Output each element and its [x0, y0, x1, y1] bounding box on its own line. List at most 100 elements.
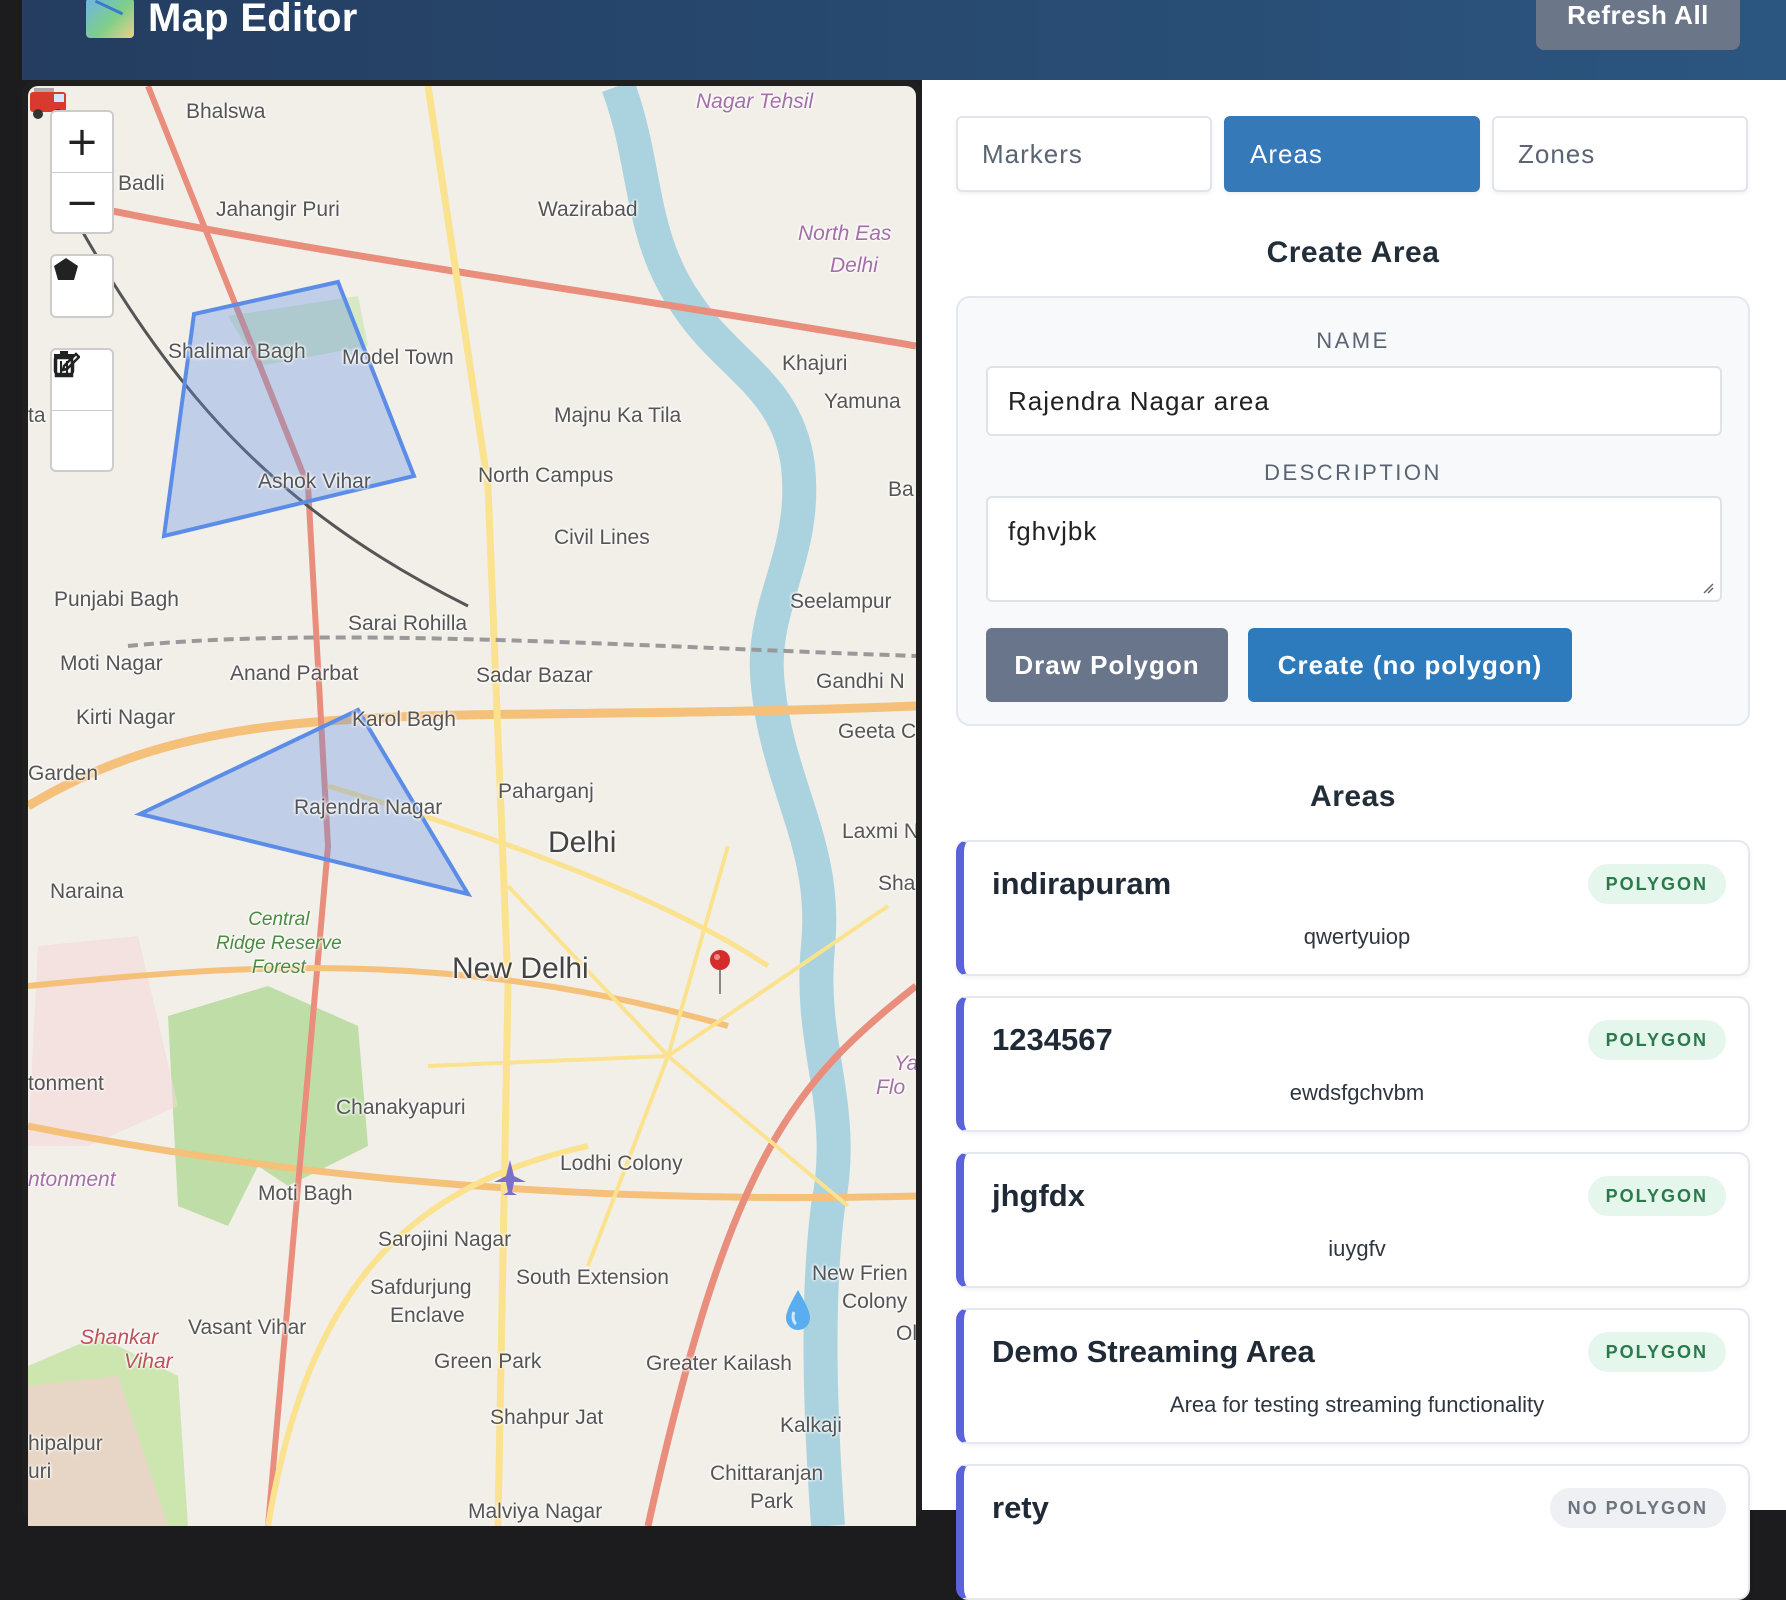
place-label: Bhalswa: [186, 100, 266, 123]
tab-label: Zones: [1518, 138, 1596, 169]
resize-grip-icon[interactable]: [1702, 582, 1714, 594]
area-name: rety: [992, 1490, 1049, 1525]
polygon-badge: POLYGON: [1587, 864, 1726, 904]
tab-label: Areas: [1250, 138, 1323, 169]
side-panel: Markers Areas Zones Create Area NAME DES…: [922, 80, 1786, 1600]
place-label: Paharganj: [498, 780, 594, 803]
create-area-label: Create (no polygon): [1277, 649, 1543, 680]
place-label: Greater Kailash: [646, 1352, 792, 1375]
place-label: Moti Bagh: [258, 1182, 353, 1205]
place-label: Sadar Bazar: [476, 664, 593, 687]
edit-controls: [50, 348, 114, 472]
place-label: Shankar: [80, 1326, 159, 1349]
area-polygon-shalimar[interactable]: [161, 279, 417, 539]
place-label: Jahangir Puri: [216, 198, 340, 221]
area-list-item[interactable]: indirapuram POLYGON qwertyuiop: [956, 840, 1750, 976]
place-label: Yamuna: [824, 390, 901, 413]
area-list-item[interactable]: Demo Streaming Area POLYGON Area for tes…: [956, 1308, 1750, 1444]
place-label: Model Town: [342, 346, 454, 369]
place-label: Park: [750, 1490, 794, 1513]
place-label: Lodhi Colony: [560, 1152, 683, 1175]
place-label: Safdurjung: [370, 1276, 472, 1299]
area-description: iuygfv: [1328, 1236, 1386, 1261]
refresh-all-label: Refresh All: [1567, 0, 1709, 30]
draw-polygon-label: Draw Polygon: [1014, 649, 1200, 680]
place-label: tonment: [28, 1072, 104, 1095]
refresh-all-button[interactable]: Refresh All: [1536, 0, 1740, 50]
delete-layers-button[interactable]: [52, 351, 112, 470]
draw-polygon-tool-button[interactable]: [50, 254, 114, 318]
map-canvas[interactable]: Bhalswa Badli Jahangir Puri Wazirabad Na…: [28, 86, 916, 1526]
place-label: Green Park: [434, 1350, 542, 1373]
place-label: Vihar: [124, 1350, 173, 1373]
place-label: Chanakyapuri: [336, 1096, 466, 1119]
area-name: 1234567: [992, 1022, 1113, 1057]
place-label: Majnu Ka Tila: [554, 404, 682, 427]
place-label: Karol Bagh: [352, 708, 456, 731]
app-title-text: Map Editor: [148, 0, 358, 40]
polygon-badge: POLYGON: [1587, 1332, 1726, 1372]
description-label: DESCRIPTION: [1264, 460, 1442, 485]
place-label: Punjabi Bagh: [54, 588, 179, 611]
create-area-form: NAME DESCRIPTION fghvjbk Draw Polygon Cr…: [956, 296, 1750, 726]
area-name: jhgfdx: [992, 1178, 1085, 1213]
world-map-icon: [86, 0, 134, 38]
areas-heading: Areas: [1310, 780, 1396, 813]
place-label: Garden: [28, 762, 99, 785]
place-label: North Eas: [798, 222, 892, 245]
place-label: Badli: [118, 172, 165, 195]
area-name-input[interactable]: [986, 366, 1722, 436]
place-label: South Extension: [516, 1266, 669, 1289]
place-label: Seelampur: [790, 590, 892, 613]
place-label: Rajendra Nagar: [294, 796, 443, 819]
area-description: Area for testing streaming functionality: [1169, 1392, 1545, 1417]
place-label: Enclave: [390, 1304, 465, 1327]
place-label: Civil Lines: [554, 526, 650, 549]
area-name: Demo Streaming Area: [992, 1334, 1315, 1369]
trash-icon: [54, 351, 74, 378]
place-label: hipalpur: [28, 1432, 103, 1455]
create-area-button[interactable]: Create (no polygon): [1248, 628, 1572, 702]
tab-bar: Markers Areas Zones: [956, 116, 1748, 192]
water-drop-marker-icon[interactable]: [784, 1288, 812, 1330]
area-description: ewdsfgchvbm: [1289, 1080, 1425, 1105]
place-label: Shahpur Jat: [490, 1406, 604, 1429]
place-label: Naraina: [50, 880, 124, 903]
draw-polygon-button[interactable]: Draw Polygon: [986, 628, 1228, 702]
tab-zones[interactable]: Zones: [1492, 116, 1748, 192]
place-label: New Delhi: [452, 952, 589, 985]
area-list-item[interactable]: jhgfdx POLYGON iuygfv: [956, 1152, 1750, 1288]
place-label: Laxmi N: [842, 820, 916, 843]
pentagon-icon: [54, 258, 78, 280]
place-label: Ba: [888, 478, 914, 501]
place-label: Flo: [876, 1076, 906, 1099]
area-description-textarea[interactable]: fghvjbk: [986, 496, 1722, 602]
no-polygon-badge: NO POLYGON: [1549, 1488, 1726, 1528]
place-label: New Frien: [812, 1262, 908, 1285]
place-label: ntonment: [28, 1168, 116, 1191]
place-label: Kirti Nagar: [76, 706, 176, 729]
place-label: Moti Nagar: [60, 652, 163, 675]
place-label: Sha: [878, 872, 916, 895]
area-list-item[interactable]: 1234567 POLYGON ewdsfgchvbm: [956, 996, 1750, 1132]
tab-label: Markers: [982, 138, 1083, 169]
app-header: Map Editor Refresh All: [22, 0, 1786, 80]
place-label: ta: [28, 404, 46, 427]
tab-areas[interactable]: Areas: [1224, 116, 1480, 192]
tab-markers[interactable]: Markers: [956, 116, 1212, 192]
place-label: Khajuri: [782, 352, 848, 375]
place-label: Malviya Nagar: [468, 1500, 603, 1523]
zoom-out-button[interactable]: −: [52, 172, 112, 232]
place-label: Chittaranjan: [710, 1462, 824, 1485]
app-title: Map Editor: [86, 0, 358, 48]
name-label: NAME: [1316, 328, 1390, 353]
place-label: Gandhi N: [816, 670, 905, 693]
area-list-item[interactable]: rety NO POLYGON: [956, 1464, 1750, 1600]
zoom-in-button[interactable]: +: [52, 112, 112, 172]
polygon-badge: POLYGON: [1587, 1176, 1726, 1216]
red-pushpin-marker-icon[interactable]: [708, 948, 732, 996]
place-label: Delhi: [830, 254, 878, 277]
place-label: Sarojini Nagar: [378, 1228, 512, 1251]
place-label: Delhi: [548, 826, 617, 859]
zoom-control: + −: [50, 110, 114, 234]
